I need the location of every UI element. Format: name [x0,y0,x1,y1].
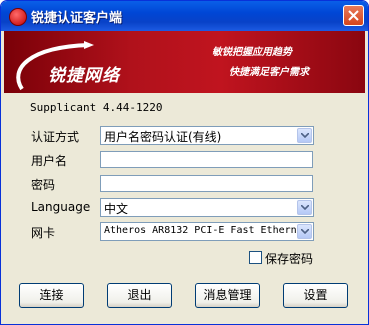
exit-button[interactable]: 退出 [107,283,172,308]
language-label: Language [31,200,91,214]
language-value: 中文 [104,202,129,216]
nic-value: Atheros AR8132 PCI-E Fast Ethern [104,225,297,236]
brand-banner: 锐捷网络 敏锐把握应用趋势 快捷满足客户需求 [4,31,365,93]
window-title: 锐捷认证客户端 [31,11,123,26]
auth-method-value: 用户名密码认证(有线) [104,130,222,144]
auth-method-label: 认证方式 [31,130,80,144]
connect-button[interactable]: 连接 [19,283,84,308]
auth-method-select[interactable]: 用户名密码认证(有线) [100,126,314,145]
close-button[interactable] [343,5,364,26]
chevron-down-icon [301,133,309,138]
slogan-line-2: 快捷满足客户需求 [229,67,309,78]
slogan-line-1: 敏锐把握应用趋势 [212,47,292,58]
supplicant-version: Supplicant 4.44-1220 [30,101,163,114]
settings-button[interactable]: 设置 [283,283,348,308]
username-label: 用户名 [31,154,68,168]
login-form: Supplicant 4.44-1220 认证方式 用户名密码认证(有线) 用户… [4,93,365,321]
close-icon [348,10,359,21]
save-password-label: 保存密码 [265,252,314,266]
messages-button[interactable]: 消息管理 [195,283,260,308]
brand-name: 锐捷网络 [48,66,120,86]
chevron-down-icon [301,205,309,210]
client-window: 锐捷认证客户端 锐捷网络 敏锐把握应用趋势 快捷满足客户需求 Supplican… [0,0,369,325]
app-icon [9,8,27,26]
title-bar[interactable]: 锐捷认证客户端 [1,1,368,31]
auth-method-dropdown-button[interactable] [297,128,312,143]
nic-select[interactable]: Atheros AR8132 PCI-E Fast Ethern [100,222,314,241]
language-select[interactable]: 中文 [100,198,314,217]
password-label: 密码 [31,178,56,192]
password-field[interactable] [100,175,313,192]
language-dropdown-button[interactable] [297,200,312,215]
username-field[interactable] [100,151,313,168]
chevron-down-icon [301,229,309,234]
save-password-checkbox[interactable] [249,251,262,264]
nic-label: 网卡 [31,226,56,240]
nic-dropdown-button[interactable] [297,224,312,239]
